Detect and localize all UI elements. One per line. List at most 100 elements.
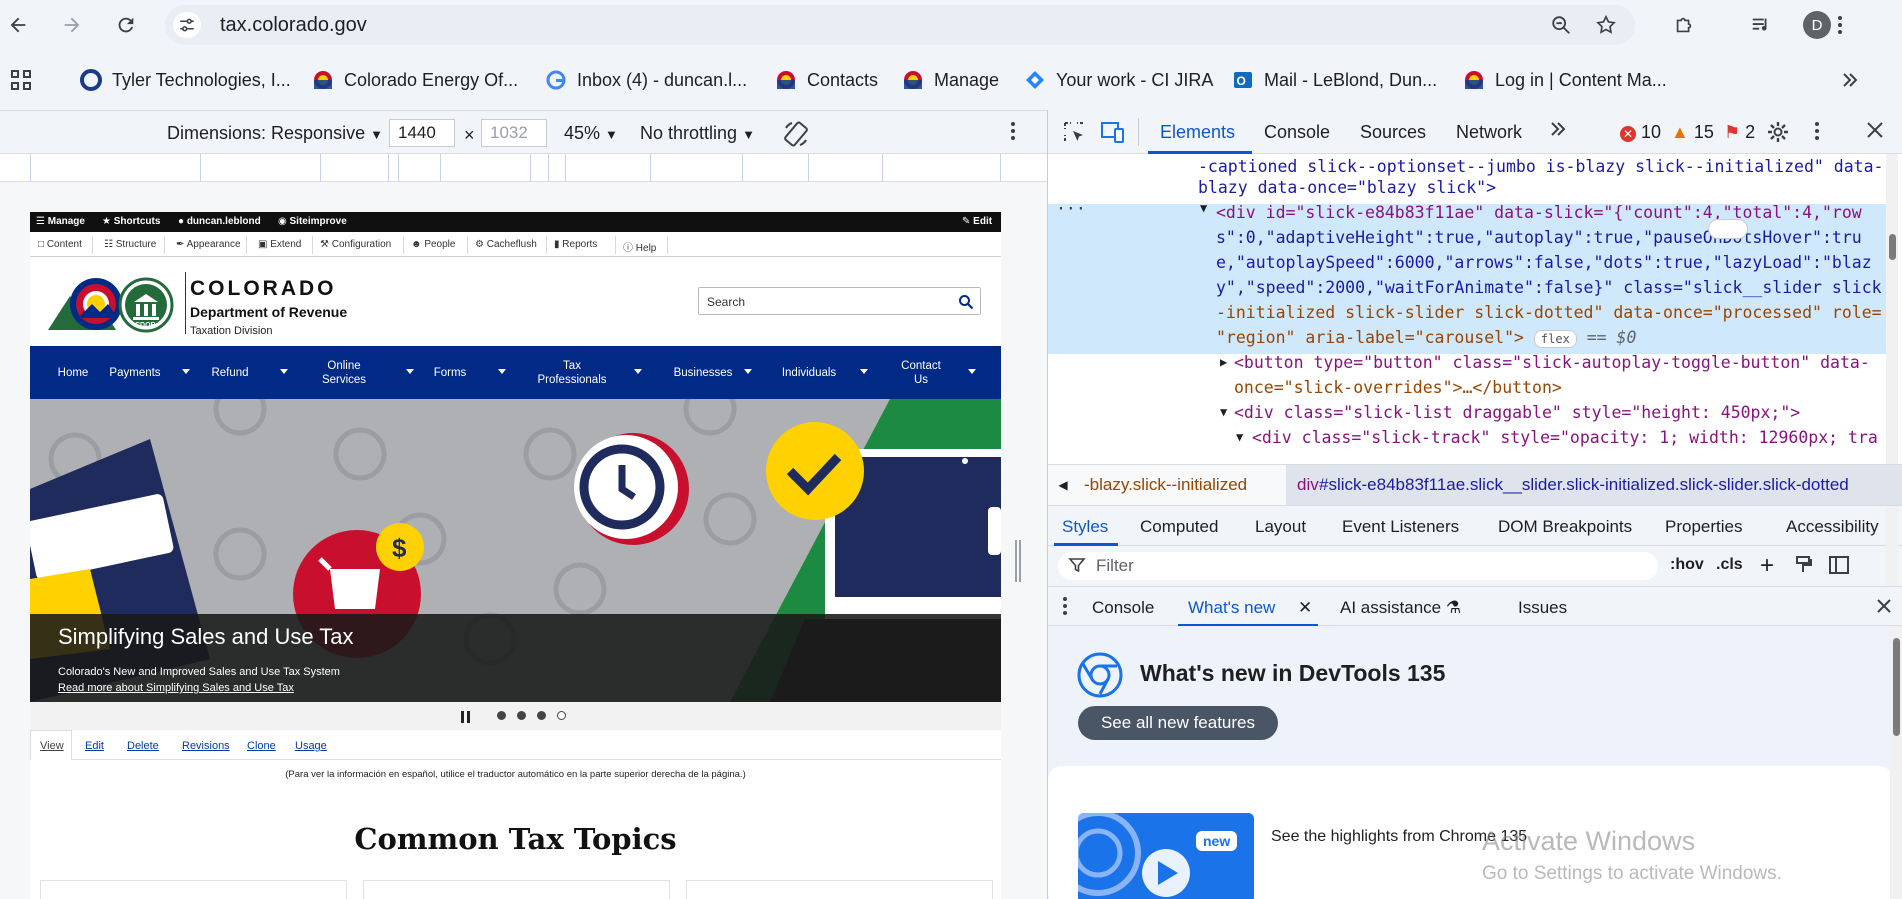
carousel-dot[interactable] xyxy=(517,711,526,720)
tab-console[interactable]: Console xyxy=(1264,122,1330,143)
expand-triangle-icon[interactable]: ▼ xyxy=(1236,425,1243,450)
close-whats-new-icon[interactable]: ✕ xyxy=(1298,598,1312,618)
site-info-button[interactable] xyxy=(173,12,201,38)
nav-individuals[interactable]: Individuals xyxy=(768,346,850,399)
nav-forms[interactable]: Forms xyxy=(423,346,477,399)
topic-card[interactable] xyxy=(40,880,347,899)
bookmark-mail[interactable]: O Mail - LeBlond, Dun... xyxy=(1232,67,1437,93)
drawer-tab-ai-assistance[interactable]: AI assistance ⚗ xyxy=(1340,598,1461,618)
admin-tool-help[interactable]: ⓘ Help xyxy=(623,239,656,254)
dom-tree[interactable]: -captioned slick--optionset--jumbo is-bl… xyxy=(1048,154,1893,464)
shortcuts-link[interactable]: ★ Shortcuts xyxy=(102,216,160,227)
zoom-dropdown[interactable]: 45% ▼ xyxy=(564,123,618,144)
site-state-title[interactable]: COLORADO xyxy=(190,277,337,301)
tab-layout[interactable]: Layout xyxy=(1255,517,1306,537)
dom-ellipsis-icon[interactable]: ··· xyxy=(1056,196,1086,221)
siteimprove-link[interactable]: ◉ Siteimprove xyxy=(278,216,347,227)
carousel-dot[interactable] xyxy=(497,711,506,720)
topic-card[interactable] xyxy=(686,880,993,899)
tab-elements[interactable]: Elements xyxy=(1160,122,1235,143)
bookmark-jira[interactable]: Your work - CI JIRA xyxy=(1024,67,1213,93)
admin-tool-cacheflush[interactable]: ⚙ Cacheflush xyxy=(475,239,537,250)
height-input[interactable]: 1032 xyxy=(481,119,547,147)
url-text[interactable]: tax.colorado.gov xyxy=(220,14,367,37)
add-rule-button[interactable]: + xyxy=(1760,552,1774,580)
nav-contact-us[interactable]: Contact Us xyxy=(896,346,946,399)
dom-line[interactable]: <button type="button" class="slick-autop… xyxy=(1234,350,1870,375)
drawer-tab-whats-new[interactable]: What's new xyxy=(1188,598,1275,618)
tab-dom-breakpoints[interactable]: DOM Breakpoints xyxy=(1498,517,1632,537)
breadcrumb-item[interactable]: -blazy.slick--initialized xyxy=(1084,475,1247,495)
tab-edit[interactable]: Edit xyxy=(85,740,104,752)
tab-computed[interactable]: Computed xyxy=(1140,517,1218,537)
more-bookmarks-button[interactable] xyxy=(1840,67,1860,93)
site-search-input[interactable]: Search xyxy=(698,287,981,315)
manage-link[interactable]: ☰ Manage xyxy=(36,216,85,227)
bookmark-manage[interactable]: Manage xyxy=(902,67,999,93)
breadcrumb-scroll-left[interactable]: ◀ xyxy=(1048,465,1078,505)
devtools-menu-button[interactable] xyxy=(1814,121,1820,146)
highlights-thumbnail[interactable]: new xyxy=(1078,813,1254,899)
tab-view[interactable]: View xyxy=(40,740,64,752)
admin-tool-content[interactable]: □ Content xyxy=(38,239,82,250)
dom-line[interactable]: e,"autoplaySpeed":6000,"arrows":false,"d… xyxy=(1216,250,1872,275)
settings-button[interactable] xyxy=(1766,120,1790,149)
search-icon[interactable] xyxy=(958,294,974,310)
caret-down-icon[interactable] xyxy=(182,369,190,374)
dom-line[interactable]: once="slick-overrides">…</button> xyxy=(1234,375,1562,400)
drawer-tab-console[interactable]: Console xyxy=(1092,598,1154,618)
bookmark-colorado-energy[interactable]: Colorado Energy Of... xyxy=(312,67,518,93)
drawer-menu-button[interactable] xyxy=(1062,596,1068,621)
toggle-sidebar-button[interactable] xyxy=(1828,555,1850,580)
tab-usage[interactable]: Usage xyxy=(295,740,327,752)
caret-down-icon[interactable] xyxy=(860,369,868,374)
warning-count[interactable]: ▲ 15 xyxy=(1671,122,1714,143)
tab-network[interactable]: Network xyxy=(1456,122,1522,143)
dom-line[interactable]: "region" aria-label="carousel"> flex == … xyxy=(1216,325,1636,350)
accessibility-button[interactable] xyxy=(1708,219,1748,239)
tab-delete[interactable]: Delete xyxy=(127,740,159,752)
more-tabs-button[interactable] xyxy=(1548,119,1568,144)
dom-line[interactable]: s":0,"adaptiveHeight":true,"autoplay":tr… xyxy=(1216,225,1862,250)
close-drawer-button[interactable] xyxy=(1876,598,1892,619)
styles-filter-input[interactable]: Filter xyxy=(1058,552,1658,580)
caret-down-icon[interactable] xyxy=(406,369,414,374)
width-input[interactable]: 1440 xyxy=(389,119,455,147)
tab-properties[interactable]: Properties xyxy=(1665,517,1742,537)
color-format-button[interactable] xyxy=(1794,555,1814,580)
drawer-scrollbar[interactable] xyxy=(1890,626,1902,899)
forward-button[interactable] xyxy=(56,9,88,41)
caret-down-icon[interactable] xyxy=(498,369,506,374)
reload-button[interactable] xyxy=(110,9,142,41)
hover-state-toggle[interactable]: :hov xyxy=(1670,556,1704,574)
caret-down-icon[interactable] xyxy=(634,369,642,374)
dimensions-dropdown[interactable]: Dimensions: Responsive ▼ xyxy=(167,123,383,144)
drawer-tab-issues[interactable]: Issues xyxy=(1518,598,1567,618)
tab-styles[interactable]: Styles xyxy=(1062,517,1108,537)
caret-down-icon[interactable] xyxy=(280,369,288,374)
cdor-logo[interactable]: CDOR xyxy=(48,274,178,336)
device-toolbar-toggle[interactable] xyxy=(1100,120,1126,149)
nav-home[interactable]: Home xyxy=(42,346,104,399)
collapse-triangle-icon[interactable]: ▶ xyxy=(1220,350,1227,375)
throttling-dropdown[interactable]: No throttling ▼ xyxy=(640,123,755,144)
zoom-button[interactable] xyxy=(1547,11,1575,39)
expand-triangle-icon[interactable]: ▼ xyxy=(1220,400,1227,425)
caret-down-icon[interactable] xyxy=(968,369,976,374)
site-department[interactable]: Department of Revenue xyxy=(190,304,347,320)
admin-tool-reports[interactable]: ▮ Reports xyxy=(554,239,597,250)
viewport-resize-handle[interactable] xyxy=(1015,540,1021,582)
close-devtools-button[interactable] xyxy=(1866,121,1884,144)
caret-down-icon[interactable] xyxy=(744,369,752,374)
admin-tool-configuration[interactable]: ⚒ Configuration xyxy=(320,239,391,250)
styles-scrollbar[interactable] xyxy=(1886,506,1898,586)
nav-payments[interactable]: Payments xyxy=(100,346,170,399)
back-button[interactable] xyxy=(2,9,34,41)
see-all-features-button[interactable]: See all new features xyxy=(1078,706,1278,740)
admin-tool-appearance[interactable]: ✒ Appearance xyxy=(176,239,241,250)
rotate-button[interactable] xyxy=(782,120,810,153)
flex-badge[interactable]: flex xyxy=(1533,330,1577,348)
breadcrumb-selected[interactable]: #slick-e84b83f11ae.slick__slider.slick-i… xyxy=(1319,475,1849,495)
extensions-button[interactable] xyxy=(1669,10,1699,40)
admin-tool-structure[interactable]: ☷ Structure xyxy=(104,239,156,250)
